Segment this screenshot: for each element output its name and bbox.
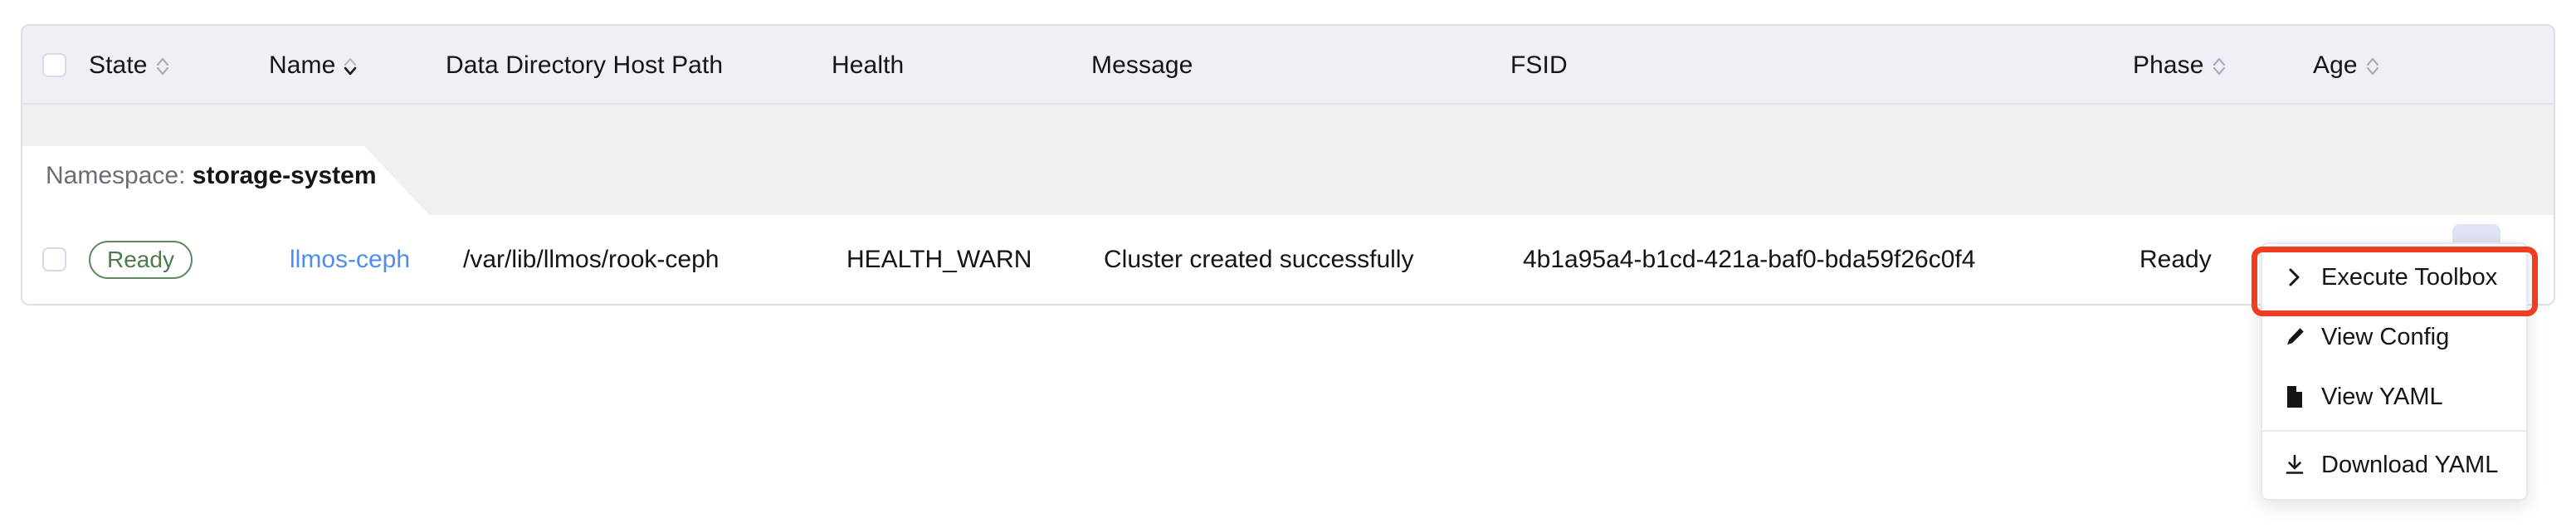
cell-message: Cluster created successfully xyxy=(1104,245,1414,273)
column-header-fsid-label: FSID xyxy=(1510,51,1568,79)
cell-name: llmos-ceph xyxy=(290,215,410,304)
menu-item-view-config[interactable]: View Config xyxy=(2262,307,2526,367)
menu-item-download-yaml-label: Download YAML xyxy=(2321,451,2499,478)
cell-state: Ready xyxy=(89,215,193,304)
column-header-data-directory-host-path-label: Data Directory Host Path xyxy=(446,51,724,79)
menu-item-download-yaml[interactable]: Download YAML xyxy=(2262,435,2526,495)
namespace-label-prefix: Namespace: xyxy=(46,162,186,189)
row-select-checkbox[interactable] xyxy=(42,247,66,271)
namespace-group-label: Namespace: storage-system xyxy=(46,162,377,190)
column-header-phase[interactable]: Phase xyxy=(2133,26,2227,105)
resource-name-link[interactable]: llmos-ceph xyxy=(290,246,410,274)
column-header-name-label: Name xyxy=(269,51,336,79)
cell-phase: Ready xyxy=(2139,245,2212,273)
table-row[interactable]: Ready llmos-ceph /var/lib/llmos/rook-cep… xyxy=(22,215,2554,304)
namespace-value: storage-system xyxy=(192,162,377,189)
sort-toggle-icon[interactable] xyxy=(155,53,170,80)
status-badge: Ready xyxy=(89,240,193,279)
table-header-row: State Name Data Directory Host Path Heal… xyxy=(22,26,2554,105)
menu-item-view-config-label: View Config xyxy=(2321,323,2450,350)
menu-item-view-yaml-label: View YAML xyxy=(2321,383,2443,410)
column-header-data-directory-host-path[interactable]: Data Directory Host Path xyxy=(446,26,723,105)
menu-item-execute-toolbox-label: Execute Toolbox xyxy=(2321,263,2498,291)
menu-item-execute-toolbox[interactable]: Execute Toolbox xyxy=(2262,247,2526,307)
sort-toggle-icon[interactable] xyxy=(343,53,358,80)
cell-fsid: 4b1a95a4-b1cd-421a-baf0-bda59f26c0f4 xyxy=(1523,245,1976,273)
file-icon xyxy=(2281,384,2309,409)
download-icon xyxy=(2281,453,2309,477)
chevron-right-icon xyxy=(2281,266,2309,289)
column-header-fsid[interactable]: FSID xyxy=(1510,26,1568,105)
menu-divider xyxy=(2262,430,2526,432)
column-header-age-label: Age xyxy=(2313,51,2358,79)
column-header-state[interactable]: State xyxy=(89,26,170,105)
column-header-name[interactable]: Name xyxy=(269,26,358,105)
column-header-health-label: Health xyxy=(832,51,905,79)
cell-data-directory-host-path: /var/lib/llmos/rook-ceph xyxy=(463,245,720,273)
cell-health: HEALTH_WARN xyxy=(846,245,1032,273)
column-header-health[interactable]: Health xyxy=(832,26,904,105)
column-header-message-label: Message xyxy=(1091,51,1193,79)
column-header-state-label: State xyxy=(89,51,148,79)
namespace-group-band: Namespace: storage-system xyxy=(22,105,2554,215)
sort-toggle-icon[interactable] xyxy=(2212,53,2227,80)
menu-item-view-yaml[interactable]: View YAML xyxy=(2262,367,2526,427)
row-actions-menu: Execute Toolbox View Config View YAML Do… xyxy=(2261,242,2528,501)
resource-table: State Name Data Directory Host Path Heal… xyxy=(21,24,2555,306)
namespace-group-tab: Namespace: storage-system xyxy=(22,146,429,215)
pencil-icon xyxy=(2281,325,2309,349)
sort-toggle-icon[interactable] xyxy=(2365,53,2380,80)
column-header-age[interactable]: Age xyxy=(2313,26,2380,105)
column-header-message[interactable]: Message xyxy=(1091,26,1193,105)
select-all-checkbox[interactable] xyxy=(42,53,66,77)
column-header-phase-label: Phase xyxy=(2133,51,2204,79)
